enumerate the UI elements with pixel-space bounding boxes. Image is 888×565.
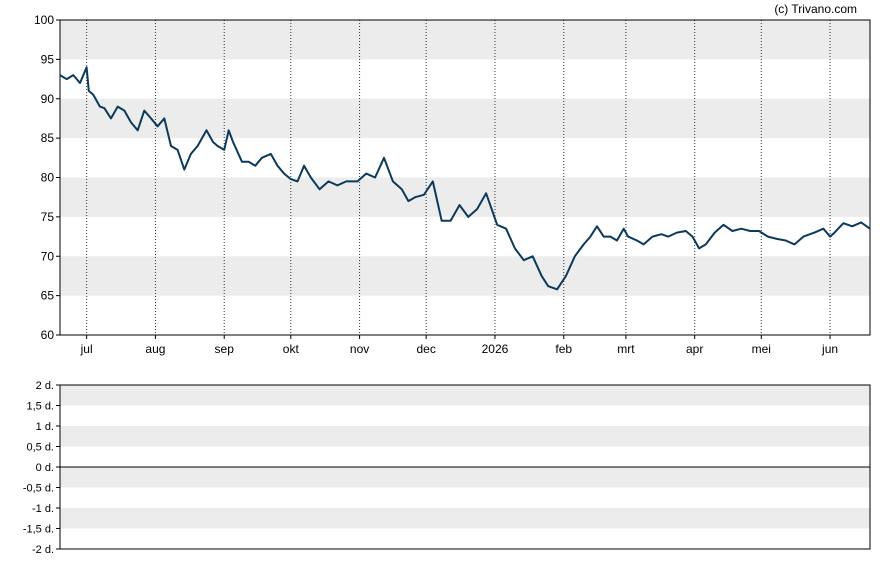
lower-y-tick-label: 2 d. bbox=[36, 380, 54, 392]
y-tick-label: 65 bbox=[41, 289, 55, 303]
y-tick-label: 90 bbox=[41, 92, 55, 106]
lower-grid-band bbox=[60, 508, 870, 529]
lower-y-tick-label: 0,5 d. bbox=[26, 442, 54, 454]
x-tick-label: mrt bbox=[617, 342, 635, 356]
x-tick-label: okt bbox=[283, 342, 300, 356]
copyright-text: (c) Trivano.com bbox=[774, 2, 857, 16]
lower-grid-band bbox=[60, 385, 870, 406]
lower-y-tick-label: -1 d. bbox=[32, 503, 54, 515]
x-tick-label: apr bbox=[686, 342, 703, 356]
lower-y-tick-label: -2 d. bbox=[32, 544, 54, 556]
x-tick-label: mei bbox=[752, 342, 771, 356]
x-tick-label: 2026 bbox=[482, 342, 509, 356]
y-tick-label: 85 bbox=[41, 131, 55, 145]
x-tick-label: sep bbox=[215, 342, 235, 356]
y-tick-label: 80 bbox=[41, 171, 55, 185]
y-tick-label: 70 bbox=[41, 249, 55, 263]
lower-grid-band bbox=[60, 426, 870, 447]
lower-y-tick-label: 0 d. bbox=[36, 462, 54, 474]
grid-band bbox=[60, 256, 870, 296]
chart-svg: jul aug sep okt nov dec 2026 feb mrt apr mei jun 60 6… bbox=[23, 2, 871, 556]
x-tick-label: feb bbox=[555, 342, 572, 356]
grid-band bbox=[60, 20, 870, 60]
lower-y-tick-label: 1,5 d. bbox=[26, 401, 54, 413]
y-tick-label: 60 bbox=[41, 328, 55, 342]
x-tick-label: dec bbox=[416, 342, 435, 356]
lower-y-tick-label: -1,5 d. bbox=[23, 524, 54, 536]
y-tick-label: 75 bbox=[41, 210, 55, 224]
lower-y-tick-label: -0,5 d. bbox=[23, 483, 54, 495]
lower-grid-band bbox=[60, 467, 870, 488]
lower-y-tick-label: 1 d. bbox=[36, 421, 54, 433]
y-tick-label: 95 bbox=[41, 52, 55, 66]
x-tick-label: jul bbox=[80, 342, 93, 356]
chart-area: jul aug sep okt nov dec 2026 feb mrt apr mei jun 60 6… bbox=[0, 0, 888, 565]
grid-band bbox=[60, 98, 870, 139]
x-tick-label: aug bbox=[145, 342, 165, 356]
y-tick-label: 100 bbox=[34, 13, 54, 27]
x-tick-label: nov bbox=[350, 342, 369, 356]
x-tick-label: jun bbox=[821, 342, 838, 356]
